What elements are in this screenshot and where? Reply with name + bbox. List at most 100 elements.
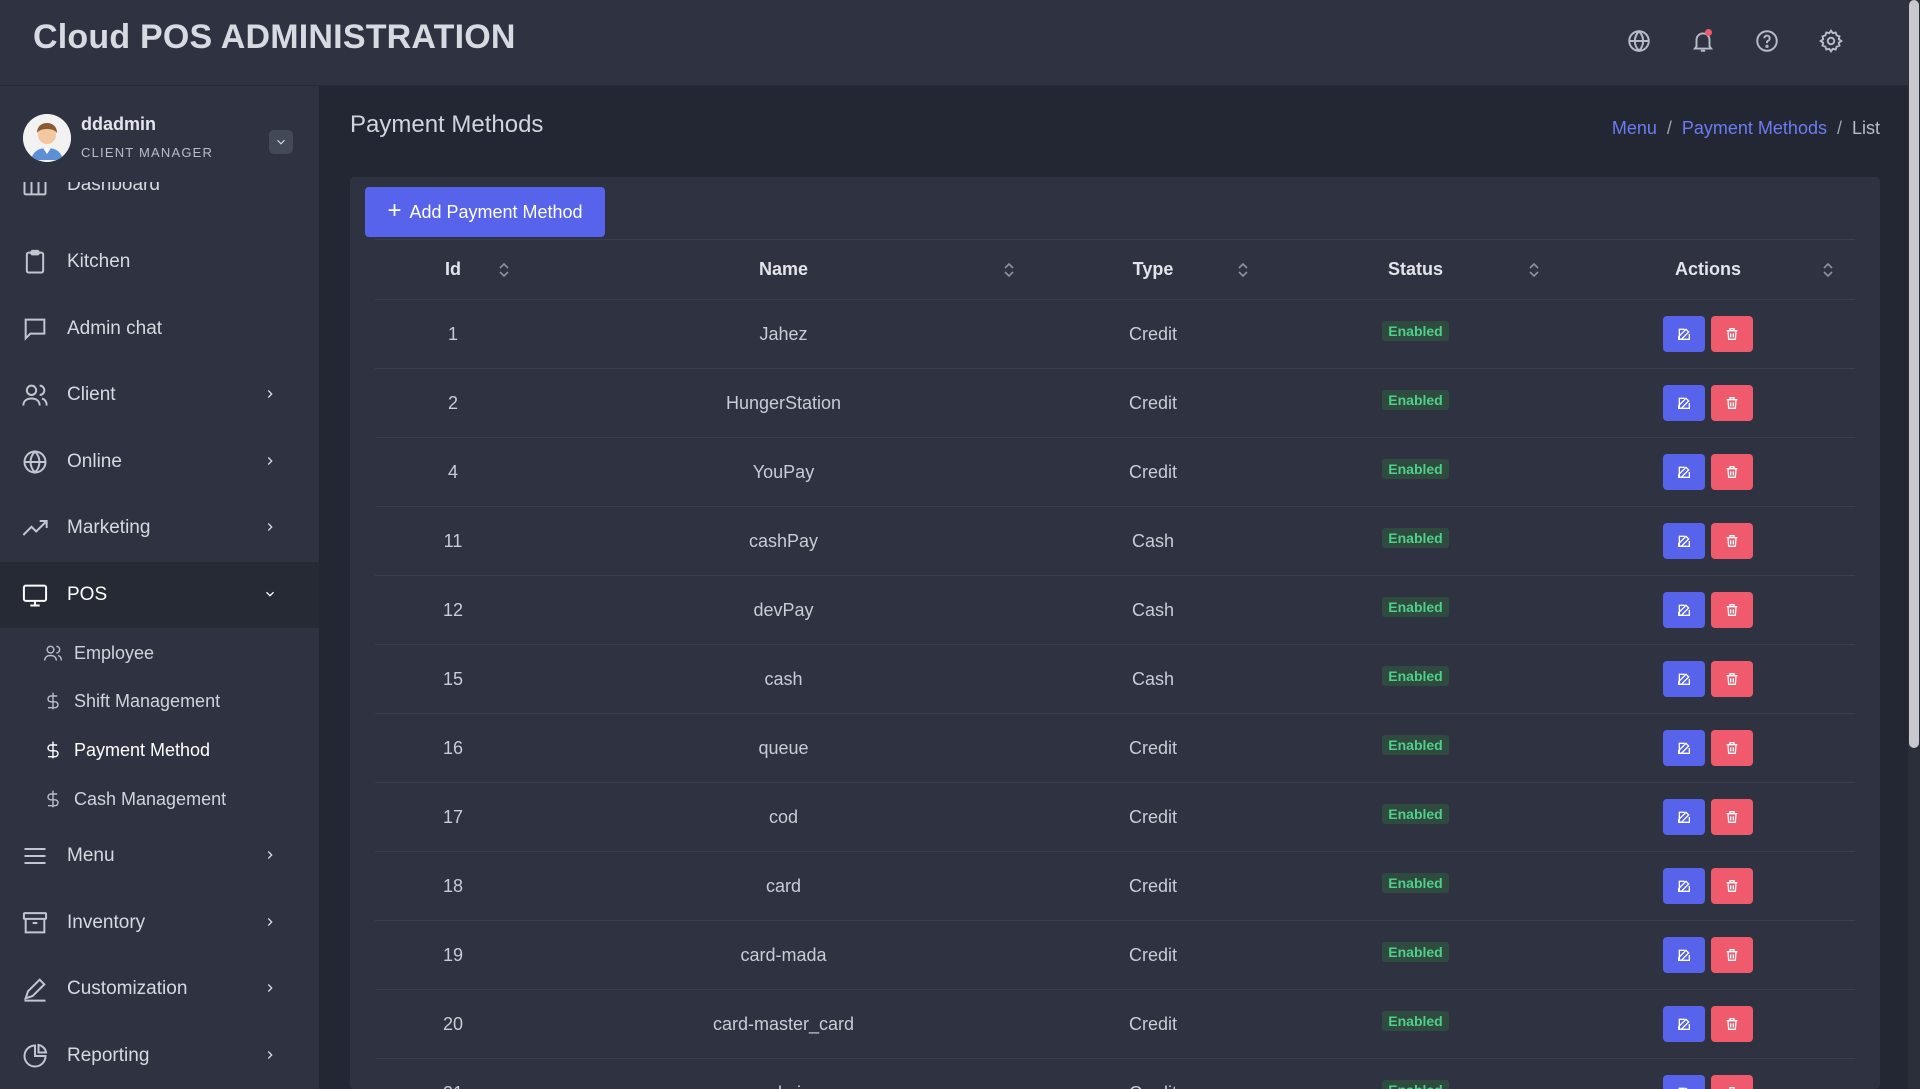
settings-icon[interactable]: [1814, 24, 1848, 58]
trash-icon: [1724, 1085, 1740, 1089]
help-icon[interactable]: [1750, 24, 1784, 58]
breadcrumb: Menu / Payment Methods / List: [1612, 118, 1880, 139]
column-header-status[interactable]: Status: [1270, 239, 1561, 300]
trash-icon: [1724, 671, 1740, 687]
chevron-down-icon: [277, 139, 285, 145]
edit-button[interactable]: [1663, 454, 1705, 490]
delete-button[interactable]: [1711, 385, 1753, 421]
edit-button[interactable]: [1663, 1075, 1705, 1089]
payment-methods-card: + Add Payment Method Id Name Type Status…: [350, 177, 1880, 1089]
sidebar-item-reporting[interactable]: Reporting: [0, 1023, 319, 1089]
cell-actions: [1561, 644, 1855, 714]
column-header-id[interactable]: Id: [375, 239, 531, 300]
cell-status: Enabled: [1270, 368, 1561, 438]
clipboard-icon: [20, 247, 50, 277]
cell-name: queue: [531, 713, 1036, 783]
trash-icon: [1724, 740, 1740, 756]
chevron-right-icon: [263, 520, 279, 536]
cell-type: Cash: [1036, 644, 1270, 714]
delete-button[interactable]: [1711, 937, 1753, 973]
payment-methods-table: Id Name Type Status Actions 1 Jahez Credit…: [375, 239, 1855, 1089]
sidebar-subitem-label: Cash Management: [74, 788, 227, 809]
row-actions: [1663, 316, 1753, 352]
delete-button[interactable]: [1711, 661, 1753, 697]
breadcrumb-payment-methods[interactable]: Payment Methods: [1682, 118, 1827, 139]
cell-id: 16: [375, 713, 531, 783]
plus-icon: +: [387, 197, 402, 224]
sidebar-item-online[interactable]: Online: [0, 429, 319, 495]
menu-icon: [20, 841, 50, 871]
column-header-type[interactable]: Type: [1036, 239, 1270, 300]
edit-button[interactable]: [1663, 868, 1705, 904]
edit-button[interactable]: [1663, 799, 1705, 835]
sidebar-item-menu[interactable]: Menu: [0, 823, 319, 889]
globe-icon[interactable]: [1622, 24, 1656, 58]
sidebar-item-label: Customization: [67, 978, 188, 999]
sidebar-subitem-employee[interactable]: Employee: [0, 630, 319, 676]
sidebar-item-admin-chat[interactable]: Admin chat: [0, 296, 319, 362]
column-label: Actions: [1674, 259, 1741, 279]
cell-id: 11: [375, 506, 531, 576]
status-badge: Enabled: [1382, 665, 1449, 686]
row-actions: [1663, 385, 1753, 421]
edit-button[interactable]: [1663, 661, 1705, 697]
sidebar-item-label: POS: [67, 584, 108, 605]
edit-button[interactable]: [1663, 592, 1705, 628]
cell-status: Enabled: [1270, 782, 1561, 852]
delete-button[interactable]: [1711, 316, 1753, 352]
delete-button[interactable]: [1711, 523, 1753, 559]
cell-actions: [1561, 989, 1855, 1059]
delete-button[interactable]: [1711, 1006, 1753, 1042]
column-header-actions[interactable]: Actions: [1561, 239, 1855, 300]
trash-icon: [1724, 1016, 1740, 1032]
edit-button[interactable]: [1663, 385, 1705, 421]
delete-button[interactable]: [1711, 799, 1753, 835]
bell-icon[interactable]: [1686, 24, 1720, 58]
edit-icon: [1676, 533, 1692, 549]
sidebar-subitem-payment-method[interactable]: Payment Method: [0, 727, 319, 773]
sidebar-item-customization[interactable]: Customization: [0, 956, 319, 1022]
edit-button[interactable]: [1663, 316, 1705, 352]
delete-button[interactable]: [1711, 454, 1753, 490]
sidebar-item-pos[interactable]: POS: [0, 562, 319, 628]
cell-actions: [1561, 782, 1855, 852]
dollar-icon: [42, 788, 64, 810]
delete-button[interactable]: [1711, 868, 1753, 904]
delete-button[interactable]: [1711, 592, 1753, 628]
sidebar-item-client[interactable]: Client: [0, 362, 319, 428]
cell-id: 19: [375, 920, 531, 990]
status-badge: Enabled: [1382, 320, 1449, 341]
status-badge: Enabled: [1382, 527, 1449, 548]
breadcrumb-menu[interactable]: Menu: [1612, 118, 1657, 139]
delete-button[interactable]: [1711, 730, 1753, 766]
column-label: Id: [445, 259, 461, 279]
pie-chart-icon: [20, 1041, 50, 1071]
delete-button[interactable]: [1711, 1075, 1753, 1089]
sidebar-subitem-label: Shift Management: [74, 690, 221, 711]
edit-button[interactable]: [1663, 523, 1705, 559]
add-payment-method-button[interactable]: + Add Payment Method: [365, 187, 605, 237]
sidebar-item-marketing[interactable]: Marketing: [0, 495, 319, 561]
page-scrollbar[interactable]: [1908, 0, 1920, 1089]
cell-name: card: [531, 851, 1036, 921]
edit-button[interactable]: [1663, 937, 1705, 973]
status-badge: Enabled: [1382, 803, 1449, 824]
app-title: Cloud POS ADMINISTRATION: [33, 18, 516, 56]
chat-icon: [20, 314, 50, 344]
edit-button[interactable]: [1663, 1006, 1705, 1042]
users-icon: [42, 642, 64, 664]
status-badge: Enabled: [1382, 734, 1449, 755]
sidebar-subitem-cash-management[interactable]: Cash Management: [0, 776, 319, 822]
edit-icon: [1676, 602, 1692, 618]
sidebar-subitem-label: Payment Method: [74, 739, 211, 760]
table-row: 20 card-master_card Credit Enabled: [375, 989, 1855, 1059]
edit-icon: [1676, 464, 1692, 480]
user-menu-toggle[interactable]: [269, 130, 293, 154]
scrollbar-thumb[interactable]: [1909, 0, 1919, 748]
sidebar-item-inventory[interactable]: Inventory: [0, 890, 319, 956]
cell-actions: [1561, 1058, 1855, 1089]
sidebar-item-kitchen[interactable]: Kitchen: [0, 229, 319, 295]
column-header-name[interactable]: Name: [531, 239, 1036, 300]
sidebar-subitem-shift-management[interactable]: Shift Management: [0, 678, 319, 724]
edit-button[interactable]: [1663, 730, 1705, 766]
